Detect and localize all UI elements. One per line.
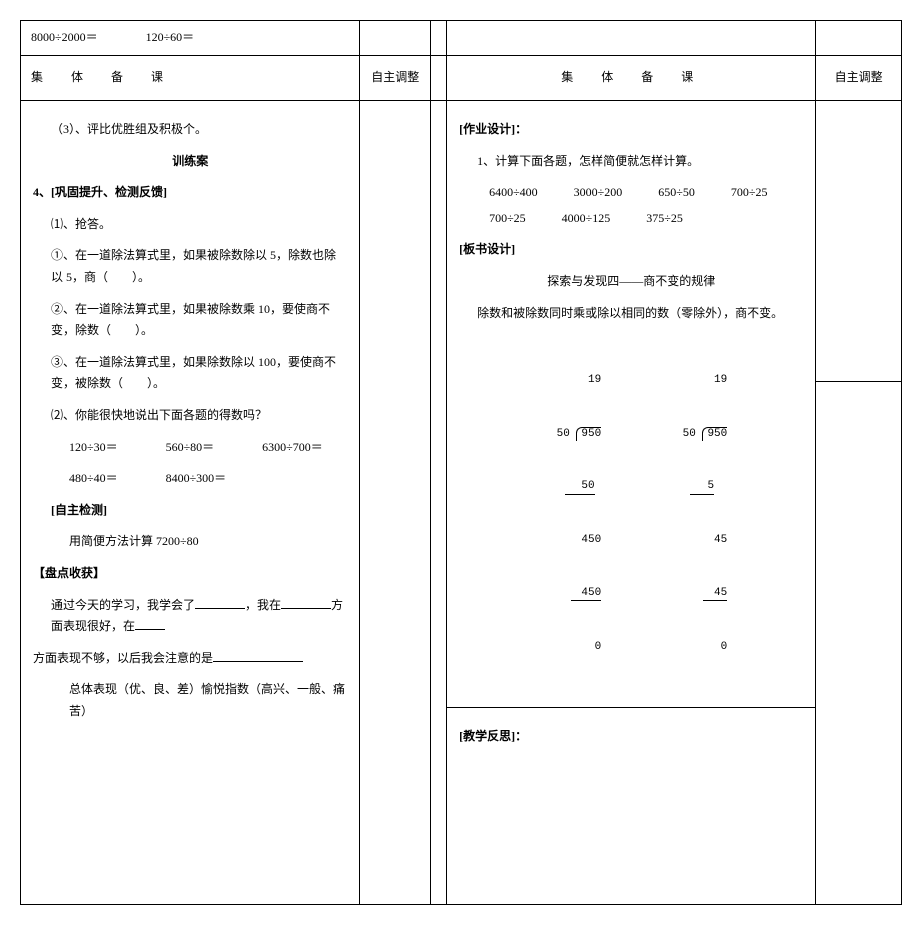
q1-3: ③、在一道除法算式里，如果除数除以 100，要使商不变，被除数（ ）。 bbox=[33, 352, 347, 395]
header-right: 集 体 备 课 bbox=[447, 56, 815, 101]
summary-1b: ，我在 bbox=[245, 598, 281, 612]
longdiv-left: 19 50 950 50 450 450 0 bbox=[535, 334, 601, 693]
q1-1: ①、在一道除法算式里，如果被除数除以 5，除数也除以 5，商（ ）。 bbox=[33, 245, 347, 288]
hw-row1: 6400÷400 3000÷200 650÷50 700÷25 bbox=[489, 182, 803, 204]
q2-row1: 120÷30＝ 560÷80＝ 6300÷700＝ bbox=[33, 437, 347, 459]
q1: ⑴、抢答。 bbox=[33, 214, 347, 236]
top-calc-row: 8000÷2000＝ 120÷60＝ bbox=[21, 21, 359, 56]
ld-r-top: 50 950 bbox=[661, 427, 727, 441]
right-main-column: 集 体 备 课 [作业设计]： 1、计算下面各题，怎样简便就怎样计算。 6400… bbox=[447, 21, 816, 904]
ld-r-r1: 45 bbox=[661, 534, 727, 547]
ld-r-s1: 5 bbox=[661, 480, 727, 494]
hw-row2: 700÷25 4000÷125 375÷25 bbox=[489, 208, 803, 230]
reflect-title: [教学反思]： bbox=[459, 726, 803, 748]
ld-l-r1: 450 bbox=[535, 534, 601, 547]
ld-l-dividend: 950 bbox=[576, 427, 601, 441]
ld-l-rem: 0 bbox=[535, 641, 601, 654]
training-title: 训练案 bbox=[33, 151, 347, 173]
summary-1a: 通过今天的学习，我学会了 bbox=[51, 598, 195, 612]
blank-good[interactable] bbox=[281, 596, 331, 609]
header-adj-right: 自主调整 bbox=[816, 56, 901, 101]
summary-2: 方面表现不够，以后我会注意的是 bbox=[33, 648, 347, 670]
ld-l-s1: 50 bbox=[535, 480, 601, 494]
top-empty-r bbox=[447, 21, 815, 56]
ld-r-quotient: 19 bbox=[661, 374, 727, 387]
blank-learned[interactable] bbox=[195, 596, 245, 609]
ld-r-divisor: 50 bbox=[683, 428, 696, 440]
longdiv-right: 19 50 950 5 45 45 0 bbox=[661, 334, 727, 693]
top-empty-l1 bbox=[360, 21, 430, 56]
homework-block: [作业设计]： 1、计算下面各题，怎样简便就怎样计算。 6400÷400 300… bbox=[447, 101, 815, 708]
board-rule: 除数和被除数同时乘或除以相同的数（零除外），商不变。 bbox=[459, 303, 803, 325]
q2: ⑵、你能很快地说出下面各题的得数吗？ bbox=[33, 405, 347, 427]
self-test-q: 用简便方法计算 7200÷80 bbox=[33, 531, 347, 553]
ld-l-s2v: 450 bbox=[571, 587, 601, 601]
self-test-label: [自主检测] bbox=[33, 500, 347, 522]
ld-l-s2: 450 bbox=[535, 587, 601, 601]
left-adjust-column: 自主调整 bbox=[360, 21, 431, 904]
top-empty-r2 bbox=[816, 21, 901, 56]
ld-r-s2: 45 bbox=[661, 587, 727, 601]
lesson-plan-page: 8000÷2000＝ 120÷60＝ 集 体 备 课 （3）、评比优胜组及积极个… bbox=[20, 20, 902, 905]
board-heading: 探索与发现四——商不变的规律 bbox=[459, 271, 803, 293]
long-division-examples: 19 50 950 50 450 450 0 19 50 950 5 45 45… bbox=[459, 334, 803, 693]
hw-title: [作业设计]： bbox=[459, 119, 803, 141]
header-left: 集 体 备 课 bbox=[21, 56, 359, 101]
eval-line: （3）、评比优胜组及积极个。 bbox=[33, 119, 347, 141]
ld-r-s2v: 45 bbox=[703, 587, 727, 601]
summary-2a: 方面表现不够，以后我会注意的是 bbox=[33, 651, 213, 665]
ld-l-quotient: 19 bbox=[535, 374, 601, 387]
hw-instruction: 1、计算下面各题，怎样简便就怎样计算。 bbox=[459, 151, 803, 173]
left-adj-body[interactable] bbox=[360, 101, 430, 117]
ld-l-top: 50 950 bbox=[535, 427, 601, 441]
right-adj-hw[interactable] bbox=[816, 101, 901, 382]
ld-r-rem: 0 bbox=[661, 641, 727, 654]
summary-1: 通过今天的学习，我学会了，我在方面表现很好，在 bbox=[33, 595, 347, 638]
q1-2: ②、在一道除法算式里，如果被除数乘 10，要使商不变，除数（ ）。 bbox=[33, 299, 347, 342]
ld-r-s1v: 5 bbox=[690, 480, 714, 494]
blank-improve[interactable] bbox=[213, 649, 303, 662]
q2-row2: 480÷40＝ 8400÷300＝ bbox=[33, 468, 347, 490]
blank-good2[interactable] bbox=[135, 617, 165, 630]
section-4: 4、[巩固提升、检测反馈] bbox=[33, 182, 347, 204]
reflection-block: [教学反思]： bbox=[447, 708, 815, 904]
ld-r-dividend: 950 bbox=[702, 427, 727, 441]
right-adjust-column: 自主调整 bbox=[816, 21, 901, 904]
left-body: （3）、评比优胜组及积极个。 训练案 4、[巩固提升、检测反馈] ⑴、抢答。 ①… bbox=[21, 101, 359, 740]
summary-3: 总体表现（优、良、差）愉悦指数（高兴、一般、痛苦） bbox=[33, 679, 347, 722]
header-adj-left: 自主调整 bbox=[360, 56, 430, 101]
right-adj-reflect[interactable] bbox=[816, 382, 901, 398]
left-main-column: 8000÷2000＝ 120÷60＝ 集 体 备 课 （3）、评比优胜组及积极个… bbox=[21, 21, 360, 904]
ld-l-divisor: 50 bbox=[557, 428, 570, 440]
header-spacer bbox=[431, 56, 446, 101]
spacer-column bbox=[431, 21, 447, 904]
board-title: [板书设计] bbox=[459, 239, 803, 261]
pandian-label: 【盘点收获】 bbox=[33, 563, 347, 585]
ld-l-s1v: 50 bbox=[565, 480, 595, 494]
